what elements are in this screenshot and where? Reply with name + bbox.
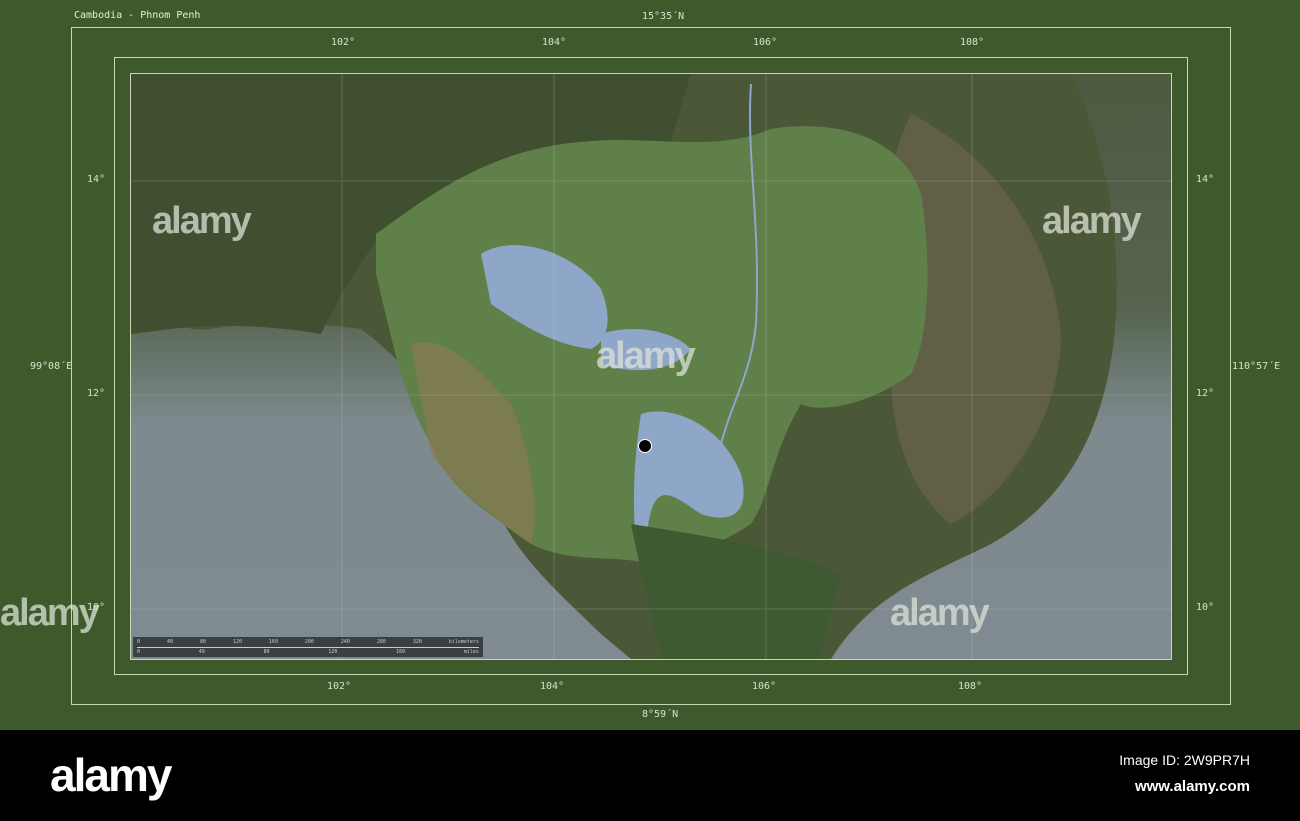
watermark: alamy — [1042, 200, 1142, 242]
scale-km-tick: 160 — [268, 639, 278, 645]
scale-km-tick: 40 — [166, 639, 173, 645]
watermark: alamy — [0, 592, 100, 634]
lon-tick-top: 104° — [542, 37, 567, 48]
lon-tick-bottom: 108° — [958, 681, 983, 692]
image-id: Image ID: 2W9PR7H — [1119, 752, 1250, 768]
site-url[interactable]: www.alamy.com — [1135, 778, 1250, 795]
lon-tick-top: 102° — [331, 37, 356, 48]
lat-bottom-label: 8°59´N — [642, 709, 679, 720]
scale-mi-tick: 0 — [137, 649, 141, 655]
scale-km-tick: 0 — [137, 639, 141, 645]
lat-top-label: 15°35´N — [642, 11, 685, 22]
footer-bar: alamy Image ID: 2W9PR7H www.alamy.com — [0, 730, 1300, 821]
lon-tick-bottom: 104° — [540, 681, 565, 692]
scale-km-tick: 200 — [304, 639, 314, 645]
scale-mi-unit: miles — [463, 649, 479, 655]
alamy-logo: alamy — [50, 749, 172, 801]
watermark: alamy — [152, 200, 252, 242]
lon-right-label: 110°57´E — [1232, 361, 1281, 372]
scale-mi-tick: 80 — [263, 649, 270, 655]
capital-marker[interactable] — [638, 439, 652, 453]
lon-left-label: 99°08´E — [30, 361, 73, 372]
lon-tick-bottom: 106° — [752, 681, 777, 692]
scale-bar: 0 40 80 120 160 200 240 280 320 kilometers 0 40 80 1… — [133, 637, 483, 657]
scale-mi-tick: 160 — [396, 649, 406, 655]
scale-mi-tick: 120 — [328, 649, 338, 655]
lon-tick-top: 108° — [960, 37, 985, 48]
lat-tick-right: 14° — [1196, 174, 1215, 185]
watermark: alamy — [890, 592, 990, 634]
scale-mi-tick: 40 — [198, 649, 205, 655]
lat-tick-left: 12° — [87, 388, 106, 399]
map-figure: Cambodia - Phnom Penh 15°35´N 8°59´N 99°… — [0, 0, 1300, 730]
lat-tick-right: 12° — [1196, 388, 1215, 399]
watermark: alamy — [596, 335, 696, 377]
scale-km-tick: 320 — [412, 639, 422, 645]
scale-km-tick: 80 — [199, 639, 206, 645]
scale-km-tick: 240 — [340, 639, 350, 645]
map-title: Cambodia - Phnom Penh — [74, 10, 201, 21]
scale-km-tick: 120 — [232, 639, 242, 645]
scale-km-unit: kilometers — [448, 639, 479, 645]
scale-km-tick: 280 — [376, 639, 386, 645]
lat-tick-left: 14° — [87, 174, 106, 185]
lat-tick-right: 10° — [1196, 602, 1215, 613]
lon-tick-bottom: 102° — [327, 681, 352, 692]
lon-tick-top: 106° — [753, 37, 778, 48]
